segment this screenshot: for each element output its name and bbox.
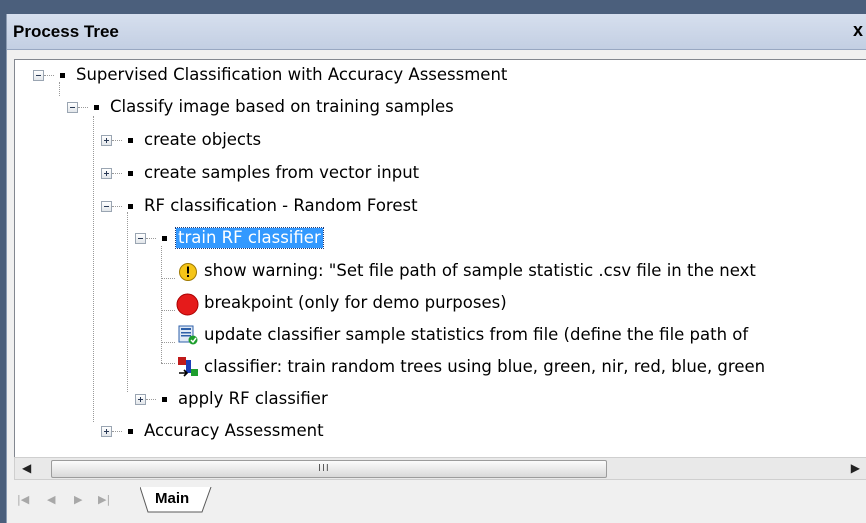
tree-node-label: create objects: [144, 130, 262, 149]
first-tab-icon[interactable]: |◀: [17, 493, 29, 506]
tree-connector: [112, 173, 122, 174]
scroll-right-icon[interactable]: ▶: [851, 461, 860, 475]
collapse-toggle[interactable]: [101, 201, 112, 212]
process-tree-panel: Process Tree x Supervised Classification…: [6, 14, 866, 523]
tree-node-classifier-train[interactable]: classifier: train random trees using blu…: [15, 355, 866, 381]
tree-node-accuracy-assessment[interactable]: Accuracy Assessment: [15, 419, 866, 445]
tab-main[interactable]: Main: [140, 487, 212, 513]
bullet-icon: [162, 236, 167, 241]
tree-node-show-warning[interactable]: show warning: "Set file path of sample s…: [15, 259, 866, 285]
panel-title: Process Tree: [13, 22, 119, 41]
tree-node-train-rf-classifier[interactable]: train RF classifier: [15, 226, 866, 252]
scroll-left-icon[interactable]: ◀: [22, 461, 31, 475]
tree-node-label: RF classification - Random Forest: [144, 196, 418, 215]
next-tab-icon[interactable]: ▶: [74, 493, 82, 506]
tree-view[interactable]: Supervised Classification with Accuracy …: [14, 59, 866, 458]
tree-node-supervised-classification[interactable]: Supervised Classification with Accuracy …: [15, 63, 866, 89]
tab-main-label: Main: [155, 490, 190, 507]
tree-node-label: Accuracy Assessment: [144, 421, 324, 440]
tree-node-label: classifier: train random trees using blu…: [204, 357, 766, 376]
expand-toggle[interactable]: [101, 168, 112, 179]
expand-toggle[interactable]: [135, 394, 146, 405]
tab-bar: |◀ ◀ ▶ ▶| Main: [7, 480, 866, 523]
panel-titlebar: Process Tree x: [7, 14, 866, 50]
tree-connector: [112, 431, 122, 432]
scrollbar-grip: III: [318, 463, 330, 474]
close-button[interactable]: x: [853, 20, 866, 41]
tree-connector: [112, 140, 122, 141]
tree-connector: [78, 107, 88, 108]
tree-node-label: breakpoint (only for demo purposes): [204, 293, 507, 312]
tree-connector: [112, 206, 122, 207]
scrollbar-thumb[interactable]: III: [51, 460, 607, 478]
tree-connector: [146, 238, 156, 239]
tree-node-label: apply RF classifier: [178, 389, 328, 408]
tree-node-label: Supervised Classification with Accuracy …: [76, 65, 508, 84]
tree-node-label-selected: train RF classifier: [175, 227, 324, 249]
collapse-toggle[interactable]: [67, 102, 78, 113]
tree-node-update-statistics[interactable]: update classifier sample statistics from…: [15, 323, 866, 349]
tree-node-label: show warning: "Set file path of sample s…: [204, 261, 756, 280]
bullet-icon: [94, 105, 99, 110]
tree-node-create-samples[interactable]: create samples from vector input: [15, 161, 866, 187]
prev-tab-icon[interactable]: ◀: [47, 493, 55, 506]
bullet-icon: [128, 138, 133, 143]
warning-icon: [179, 263, 197, 281]
bullet-icon: [128, 429, 133, 434]
collapse-toggle[interactable]: [33, 70, 44, 81]
bullet-icon: [60, 73, 65, 78]
last-tab-icon[interactable]: ▶|: [98, 493, 110, 506]
update-statistics-icon: [178, 325, 198, 345]
expand-toggle[interactable]: [101, 135, 112, 146]
breakpoint-icon: [176, 293, 199, 316]
horizontal-scrollbar[interactable]: ◀ III ▶: [14, 457, 866, 480]
tree-node-label: create samples from vector input: [144, 163, 420, 182]
tree-node-label: Classify image based on training samples: [110, 97, 454, 116]
bullet-icon: [128, 204, 133, 209]
bullet-icon: [128, 171, 133, 176]
bullet-icon: [162, 397, 167, 402]
tree-connector: [146, 399, 156, 400]
expand-toggle[interactable]: [101, 426, 112, 437]
tree-node-classify-image[interactable]: Classify image based on training samples: [15, 95, 866, 121]
tree-node-label: update classifier sample statistics from…: [204, 325, 749, 344]
classifier-icon: [178, 357, 198, 377]
tree-node-apply-rf-classifier[interactable]: apply RF classifier: [15, 387, 866, 413]
tree-connector: [44, 75, 54, 76]
tree-node-rf-classification[interactable]: RF classification - Random Forest: [15, 194, 866, 220]
collapse-toggle[interactable]: [135, 233, 146, 244]
tree-node-breakpoint[interactable]: breakpoint (only for demo purposes): [15, 291, 866, 317]
tree-node-create-objects[interactable]: create objects: [15, 128, 866, 154]
